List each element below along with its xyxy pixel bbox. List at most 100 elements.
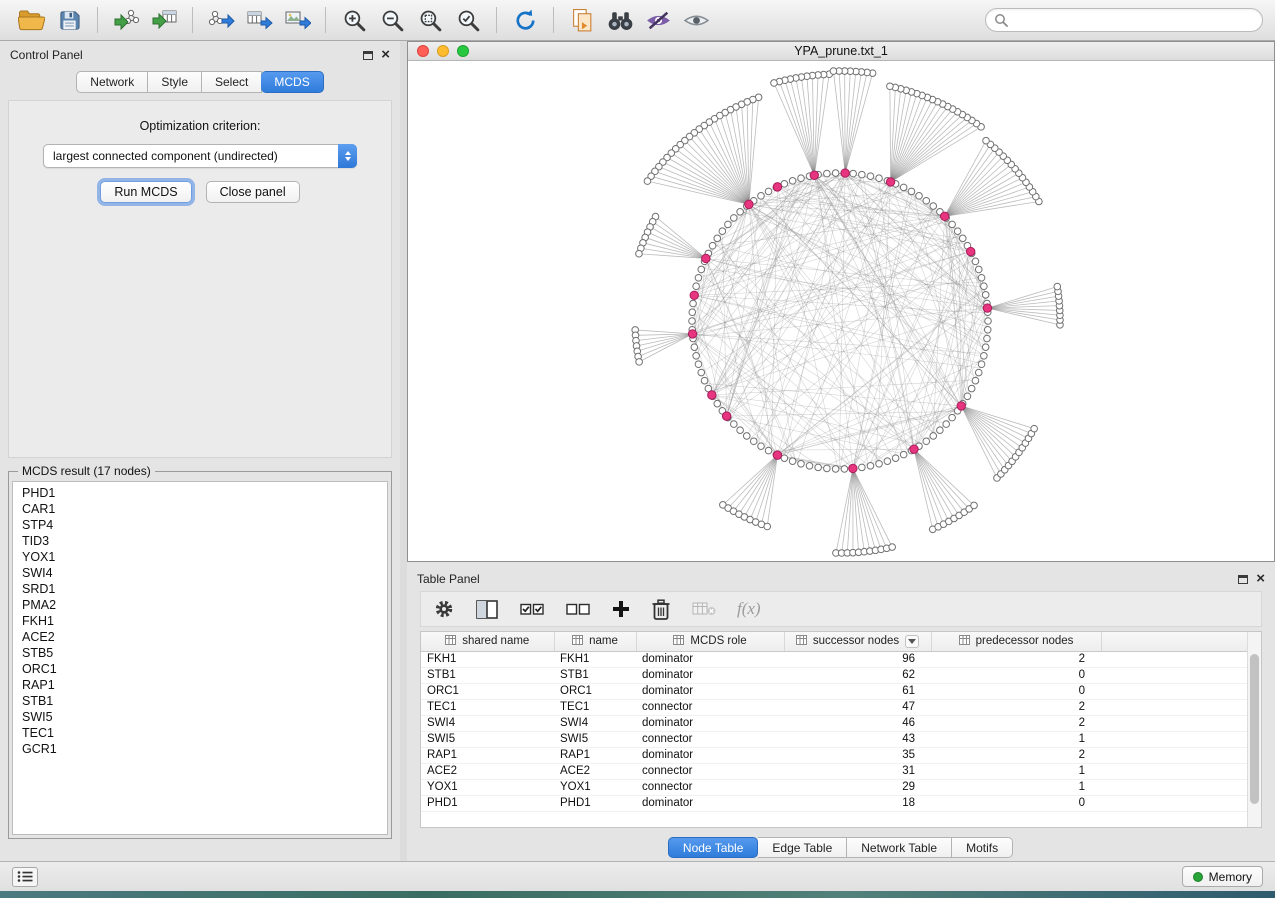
- table-cell[interactable]: dominator: [636, 715, 784, 731]
- table-cell[interactable]: STB1: [554, 667, 636, 683]
- table-cell[interactable]: connector: [636, 779, 784, 795]
- tab-node-table[interactable]: Node Table: [668, 837, 759, 858]
- search-input[interactable]: [1014, 13, 1254, 27]
- table-cell[interactable]: SWI4: [421, 715, 554, 731]
- column-header[interactable]: shared name: [421, 632, 554, 651]
- table-row[interactable]: PHD1PHD1dominator180: [421, 795, 1249, 811]
- table-cell[interactable]: connector: [636, 731, 784, 747]
- table-cell[interactable]: 43: [784, 731, 931, 747]
- result-item[interactable]: SRD1: [13, 581, 387, 597]
- export-network-button[interactable]: [202, 5, 240, 35]
- table-cell[interactable]: STB1: [421, 667, 554, 683]
- deselect-all-columns-button[interactable]: [565, 599, 591, 619]
- show-all-button[interactable]: [677, 5, 715, 35]
- close-control-panel-icon[interactable]: ×: [381, 50, 390, 60]
- table-row[interactable]: TEC1TEC1connector472: [421, 699, 1249, 715]
- import-table-button[interactable]: [145, 5, 183, 35]
- tab-network-table[interactable]: Network Table: [847, 837, 952, 858]
- tab-select[interactable]: Select: [202, 71, 262, 93]
- scrollbar-thumb[interactable]: [1250, 654, 1259, 804]
- table-cell[interactable]: 0: [931, 683, 1101, 699]
- zoom-selected-button[interactable]: [449, 5, 487, 35]
- table-cell[interactable]: ORC1: [554, 683, 636, 699]
- zoom-out-button[interactable]: [373, 5, 411, 35]
- copy-document-button[interactable]: [563, 5, 601, 35]
- float-control-panel-icon[interactable]: [363, 51, 373, 60]
- table-cell[interactable]: YOX1: [554, 779, 636, 795]
- table-cell[interactable]: 96: [784, 651, 931, 667]
- table-cell[interactable]: PHD1: [421, 795, 554, 811]
- memory-button[interactable]: Memory: [1182, 866, 1263, 887]
- table-cell[interactable]: connector: [636, 763, 784, 779]
- create-column-button[interactable]: [611, 599, 631, 619]
- close-table-panel-icon[interactable]: ×: [1256, 574, 1265, 584]
- tab-edge-table[interactable]: Edge Table: [758, 837, 847, 858]
- column-header[interactable]: MCDS role: [636, 632, 784, 651]
- optimization-criterion-select[interactable]: largest connected component (undirected): [43, 144, 357, 168]
- table-cell[interactable]: connector: [636, 699, 784, 715]
- table-cell[interactable]: 47: [784, 699, 931, 715]
- table-cell[interactable]: 18: [784, 795, 931, 811]
- float-table-panel-icon[interactable]: [1238, 575, 1248, 584]
- table-cell[interactable]: SWI4: [554, 715, 636, 731]
- result-item[interactable]: PMA2: [13, 597, 387, 613]
- result-item[interactable]: RAP1: [13, 677, 387, 693]
- table-settings-button[interactable]: [433, 598, 455, 620]
- save-session-button[interactable]: [50, 5, 88, 35]
- column-header[interactable]: name: [554, 632, 636, 651]
- table-row[interactable]: ACE2ACE2connector311: [421, 763, 1249, 779]
- result-item[interactable]: GCR1: [13, 741, 387, 757]
- result-item[interactable]: YOX1: [13, 549, 387, 565]
- table-cell[interactable]: ACE2: [554, 763, 636, 779]
- result-item[interactable]: SWI5: [13, 709, 387, 725]
- table-cell[interactable]: 2: [931, 699, 1101, 715]
- select-all-columns-button[interactable]: [519, 599, 545, 619]
- table-cell[interactable]: SWI5: [554, 731, 636, 747]
- table-row[interactable]: YOX1YOX1connector291: [421, 779, 1249, 795]
- table-cell[interactable]: dominator: [636, 747, 784, 763]
- close-panel-button[interactable]: Close panel: [206, 181, 300, 203]
- export-table-button[interactable]: [240, 5, 278, 35]
- run-mcds-button[interactable]: Run MCDS: [100, 181, 191, 203]
- result-item[interactable]: PHD1: [13, 485, 387, 501]
- result-item[interactable]: STB5: [13, 645, 387, 661]
- result-item[interactable]: ACE2: [13, 629, 387, 645]
- task-history-button[interactable]: [12, 867, 38, 887]
- table-cell[interactable]: dominator: [636, 667, 784, 683]
- table-cell[interactable]: ACE2: [421, 763, 554, 779]
- table-row[interactable]: RAP1RAP1dominator352: [421, 747, 1249, 763]
- table-cell[interactable]: FKH1: [554, 651, 636, 667]
- table-cell[interactable]: RAP1: [554, 747, 636, 763]
- table-cell[interactable]: TEC1: [421, 699, 554, 715]
- sort-caret-icon[interactable]: [905, 635, 919, 648]
- search-binoculars-button[interactable]: [601, 5, 639, 35]
- table-cell[interactable]: 61: [784, 683, 931, 699]
- table-cell[interactable]: 2: [931, 651, 1101, 667]
- table-cell[interactable]: 2: [931, 747, 1101, 763]
- table-cell[interactable]: 31: [784, 763, 931, 779]
- zoom-in-button[interactable]: [335, 5, 373, 35]
- result-item[interactable]: ORC1: [13, 661, 387, 677]
- table-cell[interactable]: 35: [784, 747, 931, 763]
- table-cell[interactable]: 1: [931, 779, 1101, 795]
- import-network-button[interactable]: [107, 5, 145, 35]
- zoom-fit-button[interactable]: [411, 5, 449, 35]
- result-item[interactable]: TEC1: [13, 725, 387, 741]
- tab-motifs[interactable]: Motifs: [952, 837, 1013, 858]
- table-cell[interactable]: TEC1: [554, 699, 636, 715]
- result-item[interactable]: CAR1: [13, 501, 387, 517]
- tab-mcds[interactable]: MCDS: [261, 71, 323, 93]
- column-header[interactable]: predecessor nodes: [931, 632, 1101, 651]
- open-file-button[interactable]: [12, 5, 50, 35]
- column-header[interactable]: successor nodes: [784, 632, 931, 651]
- table-row[interactable]: ORC1ORC1dominator610: [421, 683, 1249, 699]
- table-cell[interactable]: RAP1: [421, 747, 554, 763]
- export-image-button[interactable]: [278, 5, 316, 35]
- delete-column-button[interactable]: [651, 598, 671, 621]
- result-item[interactable]: FKH1: [13, 613, 387, 629]
- table-cell[interactable]: SWI5: [421, 731, 554, 747]
- table-cell[interactable]: YOX1: [421, 779, 554, 795]
- table-cell[interactable]: 2: [931, 715, 1101, 731]
- table-row[interactable]: FKH1FKH1dominator962: [421, 651, 1249, 667]
- table-row[interactable]: STB1STB1dominator620: [421, 667, 1249, 683]
